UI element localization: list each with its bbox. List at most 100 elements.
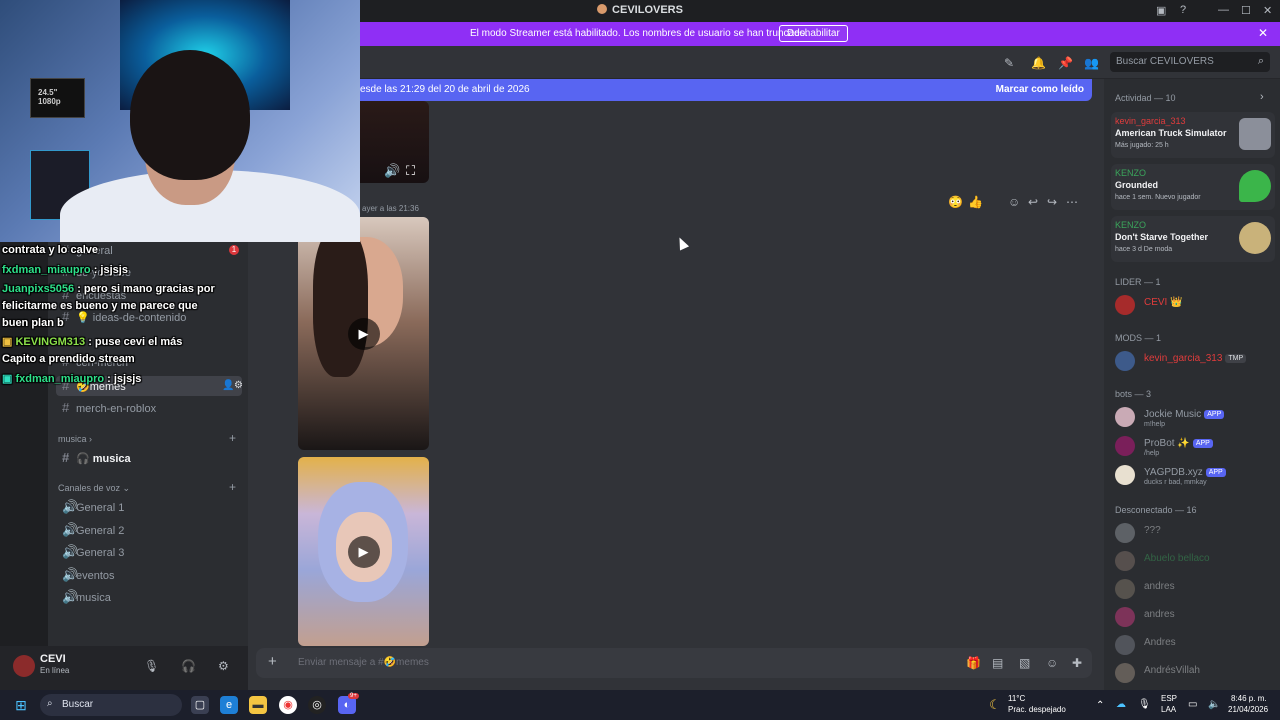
chrome-icon[interactable]: ◉ — [279, 696, 297, 714]
voice-channel-general-1[interactable]: 🔊General 1 — [56, 497, 242, 517]
message-input[interactable]: Enviar mensaje a #🤣memes — [298, 657, 429, 668]
windows-start-icon[interactable]: ⊞ — [12, 696, 30, 714]
disable-streamer-button[interactable]: Deshabilitar — [779, 25, 848, 42]
maximize-icon[interactable]: ☐ — [1241, 4, 1251, 17]
add-channel-icon[interactable]: + — [229, 431, 236, 445]
voice-channel-musica[interactable]: 🔊musica — [56, 587, 242, 607]
category-voice[interactable]: Canales de voz ⌄ — [58, 483, 130, 494]
member-item[interactable]: kevin_garcia_313 TMP — [1115, 349, 1275, 377]
activity-card[interactable]: kevin_garcia_313 American Truck Simulato… — [1111, 112, 1275, 158]
mark-as-read-button[interactable]: Marcar como leído — [996, 84, 1084, 95]
weather-icon[interactable]: ☾ — [986, 696, 1004, 714]
onedrive-icon[interactable]: ☁ — [1116, 699, 1126, 710]
minimize-icon[interactable]: — — [1218, 4, 1229, 16]
task-view-icon[interactable]: ▢ — [191, 696, 209, 714]
more-options-icon[interactable]: ⋯ — [1066, 195, 1078, 209]
play-icon[interactable]: ▶ — [347, 535, 380, 568]
badge-icon: ▣ — [2, 373, 16, 385]
threads-icon[interactable]: ✎ — [1004, 56, 1014, 70]
inbox-icon[interactable]: ▣ — [1156, 4, 1166, 17]
close-window-icon[interactable]: ✕ — [1263, 4, 1272, 17]
volume-tray-icon[interactable]: 🔈 — [1208, 699, 1220, 710]
invite-icon[interactable]: 👤 — [222, 376, 234, 396]
activity-user: kevin_garcia_313 — [1115, 116, 1186, 126]
member-name: Abuelo bellaco — [1144, 553, 1210, 564]
chat-line: fxdman_miaupro : jsjsjs — [2, 264, 128, 276]
member-item[interactable]: ProBot ✨ APP /help — [1115, 434, 1275, 462]
member-item[interactable]: Andres — [1115, 633, 1275, 661]
member-item[interactable]: andres — [1115, 605, 1275, 633]
member-name: ??? — [1144, 525, 1161, 536]
search-icon: ⌕ — [1257, 55, 1264, 67]
member-item[interactable]: Jockie Music APP m!help — [1115, 405, 1275, 433]
avatar[interactable] — [13, 655, 35, 677]
mic-tray-icon[interactable]: 🎙 — [1138, 699, 1151, 710]
clock-date[interactable]: 21/04/2026 — [1228, 705, 1268, 714]
activity-status: hace 3 d De moda — [1115, 246, 1173, 253]
member-item[interactable]: YAGPDB.xyz APP ducks r bad, mmkay — [1115, 463, 1275, 491]
video-attachment[interactable]: ▶ — [298, 217, 429, 450]
activity-card[interactable]: KENZO Grounded hace 1 sem. Nuevo jugador — [1111, 164, 1275, 210]
voice-channel-eventos[interactable]: 🔊eventos — [56, 565, 242, 585]
clock-time[interactable]: 8:46 p. m. — [1231, 694, 1267, 703]
gif-icon[interactable]: ▤ — [992, 656, 1003, 670]
play-icon[interactable]: ▶ — [347, 317, 380, 350]
upload-plus-icon[interactable]: + — [268, 653, 277, 670]
obs-icon[interactable]: ◎ — [308, 696, 326, 714]
category-musica[interactable]: musica › — [58, 434, 92, 444]
avatar — [1115, 436, 1135, 456]
fullscreen-icon[interactable]: ⛶ — [406, 163, 415, 179]
voice-channel-general-3[interactable]: 🔊General 3 — [56, 542, 242, 562]
activity-card[interactable]: KENZO Don't Starve Together hace 3 d De … — [1111, 216, 1275, 262]
message-composer[interactable]: + Enviar mensaje a #🤣memes 🎁 ▤ ▧ ☺ ✚ — [256, 648, 1092, 678]
member-item[interactable]: AndrésVillah — [1115, 661, 1275, 689]
channel-merch-roblox[interactable]: # merch-en-roblox — [56, 398, 242, 418]
channel-musica[interactable]: # 🎧 musica — [56, 448, 242, 468]
video-attachment[interactable]: ▶ — [298, 457, 429, 646]
member-item[interactable]: andres — [1115, 577, 1275, 605]
voice-channel-general-2[interactable]: 🔊General 2 — [56, 520, 242, 540]
file-explorer-icon[interactable]: ▬ — [249, 696, 267, 714]
emoji-icon[interactable]: ☺ — [1046, 656, 1058, 670]
member-item[interactable]: CEVI 👑 — [1115, 293, 1275, 321]
apps-icon[interactable]: ✚ — [1072, 656, 1082, 670]
offline-header: Desconectado — 16 — [1115, 505, 1197, 515]
reaction-icon[interactable]: 😳 — [948, 195, 963, 209]
chevron-right-icon[interactable]: › — [1260, 91, 1264, 103]
user-settings-gear-icon[interactable]: ⚙ — [218, 659, 229, 673]
gift-icon[interactable]: 🎁 — [966, 656, 981, 670]
chat-line: felicitarme es bueno y me parece que — [2, 300, 198, 312]
help-icon[interactable]: ? — [1180, 4, 1186, 16]
member-list-icon[interactable]: 👥 — [1084, 56, 1099, 70]
member-item[interactable]: Abuelo bellaco — [1115, 549, 1275, 577]
search-input[interactable]: Buscar CEVILOVERS ⌕ — [1110, 52, 1270, 72]
reply-icon[interactable]: ↩ — [1028, 195, 1038, 209]
language-line2[interactable]: LAA — [1161, 705, 1176, 714]
network-icon[interactable]: ▭ — [1188, 699, 1197, 710]
member-item[interactable]: ??? — [1115, 521, 1275, 549]
language-line1[interactable]: ESP — [1161, 694, 1177, 703]
sticker-icon[interactable]: ▧ — [1019, 656, 1030, 670]
new-messages-bar[interactable]: esde las 21:29 del 20 de abril de 2026 M… — [352, 79, 1092, 101]
settings-gear-icon[interactable]: ⚙ — [234, 376, 243, 396]
microphone-icon[interactable]: 🎙 — [144, 659, 159, 673]
user-status: En línea — [40, 666, 70, 675]
taskbar-search[interactable]: ⌕ Buscar — [40, 694, 182, 716]
chat-text: : jsjsjs — [90, 264, 128, 276]
edge-icon[interactable]: e — [220, 696, 238, 714]
forward-icon[interactable]: ↪ — [1047, 195, 1057, 209]
add-voice-channel-icon[interactable]: + — [229, 480, 236, 494]
message-list[interactable]: 🔊 ⛶ ayer a las 21:36 😳 👍 ☺ ↩ ↪ ⋯ ▶ ▶ — [248, 101, 1098, 646]
add-reaction-icon[interactable]: ☺ — [1008, 195, 1020, 209]
member-name: YAGPDB.xyz — [1144, 467, 1203, 478]
thumbs-up-icon[interactable]: 👍 — [968, 195, 983, 209]
close-banner-icon[interactable]: ✕ — [1258, 26, 1268, 40]
tray-chevron-icon[interactable]: ⌃ — [1096, 700, 1104, 711]
notification-bell-icon[interactable]: 🔔 — [1031, 56, 1046, 70]
pinned-icon[interactable]: 📌 — [1058, 56, 1073, 70]
monitor-label: 24.5" — [38, 88, 58, 97]
headphones-icon[interactable]: 🎧 — [181, 659, 196, 673]
app-tag: APP — [1204, 410, 1225, 419]
volume-icon[interactable]: 🔊 — [384, 163, 400, 179]
weather-temp: 11°C — [1008, 694, 1026, 703]
